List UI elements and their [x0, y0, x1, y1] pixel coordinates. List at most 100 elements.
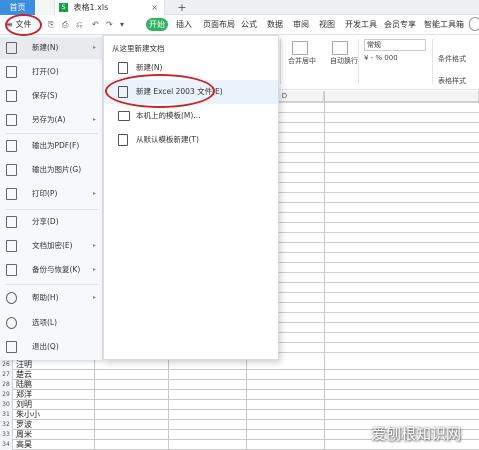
redo-icon[interactable]: ↷: [106, 18, 113, 32]
conditional-format-button[interactable]: 条件格式: [438, 54, 466, 64]
menu-item-label: 从默认模板新建(T): [136, 135, 199, 144]
currency-percent-buttons[interactable]: ¥ - % 000: [364, 54, 398, 62]
menu-divider: [6, 284, 98, 285]
share-icon: [6, 216, 17, 228]
tab-formula[interactable]: 公式: [241, 18, 257, 32]
file-menu-open[interactable]: 打开(O): [0, 61, 103, 83]
table-row[interactable]: 31 朱小小: [0, 410, 479, 420]
file-menu-save-as[interactable]: 另存为(A) ▸: [0, 109, 103, 131]
merge-center-icon[interactable]: [292, 41, 308, 55]
table-cell[interactable]: 周米: [14, 430, 94, 440]
chevron-right-icon: ▸: [92, 190, 96, 197]
image-icon: [6, 164, 17, 176]
backup-icon: [6, 264, 17, 276]
table-cell[interactable]: 郑洋: [14, 390, 94, 400]
menu-item-label: 保存(S): [32, 91, 58, 100]
file-menu-encrypt[interactable]: 文档加密(E) ▸: [0, 235, 103, 257]
file-menu-print[interactable]: 打印(P) ▸: [0, 183, 103, 205]
table-row[interactable]: 27 楚云: [0, 370, 479, 380]
row-number[interactable]: 32: [0, 420, 13, 430]
gear-icon: [6, 317, 17, 329]
default-template-icon: [118, 134, 128, 146]
tab-developer[interactable]: 开发工具: [345, 18, 377, 32]
new-doc-icon: [6, 42, 17, 54]
submenu-default-template[interactable]: 从默认模板新建(T): [104, 128, 278, 152]
print-icon[interactable]: ⎙: [62, 18, 68, 32]
file-menu-new[interactable]: 新建(N) ▸: [0, 37, 103, 59]
row-number[interactable]: 33: [0, 430, 13, 440]
file-menu-save[interactable]: 保存(S): [0, 85, 103, 107]
file-menu-export-pdf[interactable]: 输出为PDF(F): [0, 135, 103, 157]
row-number[interactable]: 26: [0, 360, 13, 370]
merge-center-button[interactable]: 合并居中: [288, 56, 316, 66]
submenu-local-template[interactable]: 本机上的模板(M)...: [104, 104, 278, 128]
file-menu-share[interactable]: 分享(D): [0, 211, 103, 233]
table-cell[interactable]: 汪明: [14, 360, 94, 370]
tab-smart-tools[interactable]: 智能工具箱: [424, 18, 464, 32]
template-icon: [118, 111, 130, 121]
menu-divider: [6, 133, 98, 134]
auto-wrap-button[interactable]: 自动换行: [330, 56, 358, 66]
pdf-icon: [6, 140, 17, 152]
chevron-right-icon: ▸: [92, 44, 96, 51]
annotation-circle: [105, 74, 215, 108]
title-bar: 首页 S 表格1.xls × +: [0, 0, 479, 15]
tab-page-layout[interactable]: 页面布局: [203, 18, 235, 32]
tab-start[interactable]: 开始: [146, 18, 168, 31]
number-format-select[interactable]: 常规: [364, 39, 426, 51]
wrap-text-icon[interactable]: [332, 41, 348, 55]
toolbar-divider: [280, 39, 281, 84]
tab-insert[interactable]: 插入: [176, 18, 192, 32]
column-header-e[interactable]: [324, 91, 479, 102]
chevron-right-icon: ▸: [92, 266, 96, 273]
document-tab[interactable]: S 表格1.xls ×: [55, 0, 165, 15]
table-row[interactable]: 30 刘明: [0, 400, 479, 410]
chevron-right-icon: ▸: [92, 116, 96, 123]
row-number[interactable]: 31: [0, 410, 13, 420]
more-icon[interactable]: ▾: [120, 18, 124, 32]
new-doc-icon: [118, 62, 128, 74]
close-icon[interactable]: ×: [151, 0, 158, 15]
new-tab-button[interactable]: +: [175, 0, 189, 15]
home-tab[interactable]: 首页: [0, 0, 35, 15]
row-number[interactable]: 34: [0, 440, 13, 450]
open-folder-icon: [6, 66, 17, 78]
row-number[interactable]: 27: [0, 370, 13, 380]
file-menu-export-image[interactable]: 输出为图片(G): [0, 159, 103, 181]
chevron-right-icon: ▸: [92, 242, 96, 249]
search-icon[interactable]: [469, 17, 479, 31]
tab-review[interactable]: 审阅: [293, 18, 309, 32]
row-number[interactable]: 30: [0, 400, 13, 410]
table-row[interactable]: 29 郑洋: [0, 390, 479, 400]
table-cell[interactable]: 刘明: [14, 400, 94, 410]
row-number[interactable]: 28: [0, 380, 13, 390]
file-menu-options[interactable]: 选项(L): [0, 312, 103, 334]
paste-icon[interactable]: ⎘: [48, 18, 54, 32]
tab-member[interactable]: 会员专享: [384, 18, 416, 32]
menu-item-label: 帮助(H): [32, 293, 59, 302]
file-menu-exit[interactable]: 退出(Q): [0, 336, 103, 358]
row-number[interactable]: 29: [0, 390, 13, 400]
table-cell[interactable]: 陆鹏: [14, 380, 94, 390]
file-menu-panel: 新建(N) ▸ 打开(O) 保存(S) 另存为(A) ▸ 输出为PDF(F) 输…: [0, 35, 103, 360]
tab-data[interactable]: 数据: [267, 18, 283, 32]
table-row[interactable]: 26 汪明: [0, 360, 479, 370]
chevron-right-icon: ▸: [92, 294, 96, 301]
table-cell[interactable]: 楚云: [14, 370, 94, 380]
preview-icon[interactable]: ⎌: [76, 18, 82, 32]
table-cell[interactable]: 高昊: [14, 440, 94, 450]
tab-spacer: [35, 0, 55, 15]
file-menu-backup[interactable]: 备份与恢复(K) ▸: [0, 259, 103, 281]
table-cell[interactable]: 朱小小: [14, 410, 94, 420]
table-cell[interactable]: 罗波: [14, 420, 94, 430]
tab-view[interactable]: 视图: [319, 18, 335, 32]
menu-item-label: 另存为(A): [32, 115, 66, 124]
file-menu-help[interactable]: 帮助(H) ▸: [0, 287, 103, 309]
exit-icon: [6, 341, 17, 353]
menu-item-label: 退出(Q): [32, 342, 59, 351]
watermark-logo: 爱刨根知识网: [370, 425, 461, 443]
menu-item-label: 输出为PDF(F): [32, 141, 80, 150]
table-style-button[interactable]: 表格样式: [438, 76, 466, 86]
table-row[interactable]: 28 陆鹏: [0, 380, 479, 390]
undo-icon[interactable]: ↶: [92, 18, 99, 32]
